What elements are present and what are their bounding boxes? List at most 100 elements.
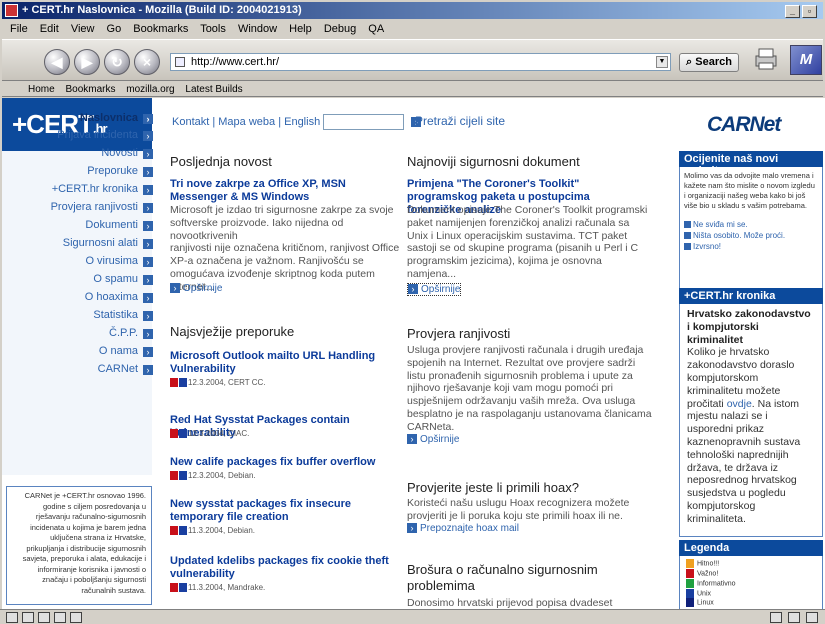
menu-qa[interactable]: QA: [368, 23, 384, 35]
recommendation-title[interactable]: Updated kdelibs packages fix cookie thef…: [170, 555, 402, 581]
composer-icon[interactable]: [38, 612, 50, 623]
legend-swatch-icon: [686, 559, 694, 568]
menu-tools[interactable]: Tools: [200, 23, 226, 35]
nav-item[interactable]: +CERT.hr kronika ›: [51, 183, 153, 195]
menu-help[interactable]: Help: [289, 23, 312, 35]
address-book-icon[interactable]: [54, 612, 66, 623]
forward-button[interactable]: ▶: [74, 49, 100, 75]
carnet-logo[interactable]: CARNet: [707, 113, 781, 137]
nav-item[interactable]: Č.P.P. ›: [109, 327, 153, 339]
latest-news-more-link[interactable]: › Opširnije: [170, 283, 222, 294]
menu-bar: File Edit View Go Bookmarks Tools Window…: [2, 20, 823, 38]
legend-swatch-icon: [686, 598, 694, 608]
cert-logo[interactable]: +CERT.hr: [2, 98, 152, 151]
nav-item[interactable]: Sigurnosni alati ›: [62, 237, 153, 249]
nav-item[interactable]: O virusima ›: [85, 255, 153, 267]
nav-item[interactable]: Provjera ranjivosti ›: [51, 201, 153, 213]
window-title: + CERT.hr Naslovnica - Mozilla (Build ID…: [22, 4, 302, 16]
menu-edit[interactable]: Edit: [40, 23, 59, 35]
search-button[interactable]: ⌕ Search: [679, 53, 739, 72]
site-search-input[interactable]: [323, 114, 405, 130]
nav-item-label: Sigurnosni alati: [62, 237, 138, 249]
legend-swatch-icon: [686, 578, 694, 588]
arrow-icon: ›: [143, 131, 153, 141]
legend-box: Legenda Hitno!!! Važno! Informativno Unix Li…: [679, 540, 823, 609]
print-icon[interactable]: [753, 46, 779, 72]
url-dropdown-icon[interactable]: ▼: [656, 56, 668, 68]
arrow-icon: ›: [407, 434, 417, 445]
mozilla-throbber-icon[interactable]: M: [790, 45, 822, 75]
nav-item-label: Preporuke: [87, 165, 138, 177]
nav-item-label: +CERT.hr kronika: [51, 183, 138, 195]
maximize-button[interactable]: ▫: [802, 5, 817, 18]
unix-flag-icon: [179, 583, 187, 593]
url-bar[interactable]: http://www.cert.hr/ ▼: [170, 53, 671, 71]
top-links-text[interactable]: Kontakt | Mapa weba | English: [172, 116, 320, 128]
nav-item[interactable]: O hoaxima ›: [84, 291, 153, 303]
back-button[interactable]: ◀: [44, 49, 70, 75]
nav-item-label: O hoaxima: [84, 291, 138, 303]
nav-item[interactable]: Novosti ›: [101, 147, 153, 159]
recommendation-title[interactable]: Microsoft Outlook mailto URL Handling Vu…: [170, 350, 402, 376]
unix-flag-icon: [179, 526, 187, 536]
navigator-icon[interactable]: [6, 612, 18, 623]
rate-option-dislike[interactable]: Ne sviđa mi se.: [684, 220, 818, 230]
nav-item[interactable]: O spamu ›: [93, 273, 153, 285]
kronika-here-link[interactable]: ovdje: [727, 398, 752, 410]
navigation-toolbar: ◀ ▶ ↻ × http://www.cert.hr/ ▼ ⌕ Search M: [2, 39, 823, 81]
brochure-heading: Brošura o računalno sigurnosnim problemi…: [407, 562, 598, 593]
rate-option-excellent[interactable]: Izvrsno!: [684, 242, 818, 252]
menu-view[interactable]: View: [71, 23, 95, 35]
about-text: CARNet je +CERT.hr osnovao 1996. godine …: [6, 486, 152, 605]
nav-item[interactable]: Prijava incidenta ›: [57, 129, 153, 141]
rate-option-ok[interactable]: Ništa osobito. Može proći.: [684, 231, 818, 241]
nav-item[interactable]: CARNet ›: [98, 363, 153, 375]
stop-button[interactable]: ×: [134, 49, 160, 75]
nav-item[interactable]: Preporuke ›: [87, 165, 153, 177]
arrow-icon: ›: [408, 284, 418, 295]
menu-go[interactable]: Go: [107, 23, 122, 35]
top-links: Kontakt | Mapa weba | English ›: [172, 114, 422, 130]
latest-news-title[interactable]: Tri nove zakrpe za Office XP, MSN Messen…: [170, 178, 402, 204]
recommendation-title[interactable]: New sysstat packages fix insecure tempor…: [170, 498, 402, 524]
vuln-check-more-link[interactable]: › Opširnije: [407, 434, 459, 445]
menu-window[interactable]: Window: [238, 23, 277, 35]
menu-bookmarks[interactable]: Bookmarks: [133, 23, 188, 35]
arrow-icon: ›: [143, 275, 153, 285]
menu-file[interactable]: File: [10, 23, 28, 35]
page-content: +CERT.hr Kontakt | Mapa weba | English ›…: [2, 98, 825, 609]
nav-item[interactable]: Naslovnica ›: [79, 112, 153, 124]
legend-item: Unix: [686, 588, 816, 599]
home-link[interactable]: Home: [28, 84, 55, 95]
bookmarks-link[interactable]: Bookmarks: [65, 84, 115, 95]
mail-icon[interactable]: [22, 612, 34, 623]
nav-item-label: Naslovnica: [79, 112, 138, 124]
latest-news-heading: Posljednja novost: [170, 154, 272, 169]
search-site-link[interactable]: Pretraži cijeli site: [415, 114, 505, 128]
kronika-title[interactable]: Hrvatsko zakonodavstvo i kompjutorski krim…: [687, 308, 815, 346]
legend-swatch-icon: [686, 588, 694, 598]
mozilla-app-icon: [5, 4, 18, 17]
arrow-icon: ›: [143, 329, 153, 339]
vuln-check-body: Usluga provjere ranjivosti računala i dr…: [407, 344, 652, 433]
nav-item[interactable]: O nama ›: [99, 345, 153, 357]
nav-item-label: Statistika: [93, 309, 138, 321]
arrow-icon: ›: [143, 185, 153, 195]
latest-news-body: Microsoft je izdao tri sigurnosne zakrpe…: [170, 204, 400, 293]
mozilla-org-link[interactable]: mozilla.org: [126, 84, 174, 95]
nav-item-label: Dokumenti: [85, 219, 138, 231]
irc-chat-icon[interactable]: [70, 612, 82, 623]
latest-doc-more-link[interactable]: › Opširnije: [407, 283, 462, 296]
nav-item[interactable]: Dokumenti ›: [85, 219, 153, 231]
recommendation-title[interactable]: New calife packages fix buffer overflow: [170, 456, 402, 469]
latest-builds-link[interactable]: Latest Builds: [185, 84, 242, 95]
hoax-link[interactable]: › Prepoznajte hoax mail: [407, 523, 519, 534]
arrow-icon: ›: [143, 365, 153, 375]
reload-button[interactable]: ↻: [104, 49, 130, 75]
minimize-button[interactable]: _: [785, 5, 800, 18]
rate-box-text: Molimo vas da odvojite malo vremena i ka…: [684, 171, 815, 210]
arrow-icon: ›: [143, 293, 153, 303]
nav-item[interactable]: Statistika ›: [93, 309, 153, 321]
arrow-icon: ›: [143, 239, 153, 249]
menu-debug[interactable]: Debug: [324, 23, 356, 35]
